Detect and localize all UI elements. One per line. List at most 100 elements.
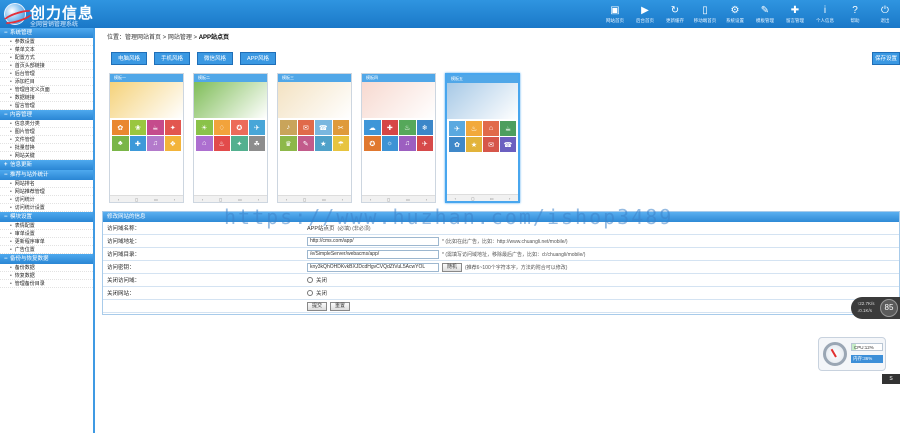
brand-logo[interactable]: 创力信息 全网营销管理系统 bbox=[4, 2, 98, 28]
topnav-item-2[interactable]: ↻ 更新缓存 bbox=[660, 0, 690, 28]
sidebar-item[interactable]: 网站排名 bbox=[0, 180, 93, 188]
sidebar-group-4[interactable]: − 模块设置 bbox=[0, 212, 93, 222]
template-icon-grid: ☁ ✚ ♨ ❄ ✪ ☼ ♫ ✈ bbox=[362, 118, 435, 153]
save-settings-button[interactable]: 保存设置 bbox=[872, 52, 900, 65]
form-label: 访问域名称： bbox=[107, 226, 141, 232]
topnav-label: 系统设置 bbox=[726, 17, 744, 23]
template-tile: ☎ bbox=[500, 137, 516, 152]
sidebar-group-5[interactable]: − 备份与恢复数据 bbox=[0, 254, 93, 264]
sidebar-item[interactable]: 参数设置 bbox=[0, 38, 93, 46]
radio-button[interactable] bbox=[307, 277, 313, 283]
sidebar-item[interactable]: 文件管理 bbox=[0, 136, 93, 144]
sidebar-item[interactable]: 表情配置 bbox=[0, 222, 93, 230]
breadcrumb-current: APP站点页 bbox=[198, 35, 230, 41]
sidebar-group-1[interactable]: − 内容管理 bbox=[0, 110, 93, 120]
sidebar-item[interactable]: 网站关键 bbox=[0, 152, 93, 160]
template-tile-icon: ✪ bbox=[369, 140, 376, 148]
template-footer: ‹ ◻ ▭ › bbox=[194, 195, 267, 202]
template-tile: ♨ bbox=[213, 136, 230, 151]
template-footer: ‹ ◻ ▭ › bbox=[110, 195, 183, 202]
template-tile-icon: ✦ bbox=[169, 124, 176, 132]
template-card-1[interactable]: 模板一 ✿ ❀ ☕ ✦ ♣ ✚ ♫ ❖ ‹ ◻ ▭ › bbox=[109, 73, 184, 203]
system-monitor-widget[interactable]: CPU:12% 内存:36% bbox=[818, 337, 886, 371]
tab-style-2[interactable]: 微信风格 bbox=[197, 52, 234, 65]
footer-nav-icon: ▭ bbox=[238, 197, 242, 202]
form-input[interactable] bbox=[307, 249, 439, 259]
submit-button[interactable]: 提交 bbox=[307, 301, 328, 311]
tab-style-0[interactable]: 电脑风格 bbox=[111, 52, 148, 65]
corner-toggle-button[interactable]: S bbox=[882, 374, 900, 384]
template-tile: ☼ bbox=[381, 136, 398, 151]
sidebar-group-title: 备份与恢复数据 bbox=[10, 256, 49, 262]
topnav-item-4[interactable]: ⚙ 系统设置 bbox=[720, 0, 750, 28]
footer-nav-icon: ‹ bbox=[201, 197, 204, 202]
template-header: 模板四 bbox=[362, 74, 435, 82]
form-input[interactable] bbox=[307, 262, 439, 272]
network-speed-widget[interactable]: ↑22.7K/s ↓0.1K/s 85 bbox=[851, 297, 900, 319]
form-buttons: 提交 重置 bbox=[303, 301, 351, 311]
sidebar-item[interactable]: 菜单文本 bbox=[0, 46, 93, 54]
template-tile-icon: ✈ bbox=[454, 125, 460, 133]
radio-label: 关闭 bbox=[316, 291, 328, 297]
topnav-item-6[interactable]: ✚ 留言管理 bbox=[780, 0, 810, 28]
sidebar-item[interactable]: 恢复数据 bbox=[0, 272, 93, 280]
template-tile-icon: ☂ bbox=[337, 140, 344, 148]
template-tile-icon: ♫ bbox=[404, 140, 410, 147]
footer-nav-icon: ▭ bbox=[322, 197, 326, 202]
topnav-item-5[interactable]: ✎ 模板管理 bbox=[750, 0, 780, 28]
main-content: 位置：管理网站首页 > 网站管理 > APP站点页 电脑风格 手机风格 微信风格 AP… bbox=[97, 28, 900, 433]
tab-style-1[interactable]: 手机风格 bbox=[154, 52, 191, 65]
sidebar-item[interactable]: 管理备份目录 bbox=[0, 280, 93, 288]
reset-button[interactable]: 重置 bbox=[330, 301, 351, 311]
template-card-4[interactable]: 模板四 ☁ ✚ ♨ ❄ ✪ ☼ ♫ ✈ ‹ ◻ ▭ › bbox=[361, 73, 436, 203]
template-icon-grid: ♪ ✉ ☎ ✂ ♛ ✎ ★ ☂ bbox=[278, 118, 351, 153]
template-footer: ‹ ◻ ▭ › bbox=[278, 195, 351, 202]
sidebar-item[interactable]: 管理自定义页面 bbox=[0, 86, 93, 94]
sidebar-item[interactable]: 更新程序审单 bbox=[0, 238, 93, 246]
template-tile-icon: ♨ bbox=[404, 124, 411, 132]
sidebar-group-2[interactable]: + 信息更新 bbox=[0, 160, 93, 170]
template-tile: ✿ bbox=[449, 137, 465, 152]
sidebar-group-0[interactable]: − 系统管理 bbox=[0, 28, 93, 38]
sidebar-item[interactable]: 首页头部链接 bbox=[0, 62, 93, 70]
template-card-5[interactable]: 模板五 ✈ ♨ ⌂ ☕ ✿ ★ ✉ ☎ ‹ ◻ ▭ › bbox=[445, 73, 520, 203]
sidebar-item[interactable]: 添加栏目 bbox=[0, 78, 93, 86]
template-banner-image bbox=[194, 82, 267, 118]
form-row: 访问域目录： * (需填写访问域地址，移除最后广告，比如：d:/chuangli/… bbox=[103, 248, 899, 261]
sidebar-item[interactable]: 后台管理 bbox=[0, 70, 93, 78]
sidebar-item[interactable]: 批量替换 bbox=[0, 144, 93, 152]
topnav-item-8[interactable]: ? 帮助 bbox=[840, 0, 870, 28]
gauge-icon bbox=[823, 342, 847, 366]
template-tile: ☘ bbox=[248, 136, 265, 151]
template-tile: ✪ bbox=[231, 120, 248, 135]
sidebar-item[interactable]: 数据链接 bbox=[0, 94, 93, 102]
sidebar-item[interactable]: 留言管理 bbox=[0, 102, 93, 110]
template-tile-icon: ❀ bbox=[134, 124, 141, 132]
template-tile: ✈ bbox=[449, 121, 465, 136]
topnav-icon: ⚙ bbox=[730, 4, 740, 16]
topnav-item-7[interactable]: i 个人信息 bbox=[810, 0, 840, 28]
sidebar-item[interactable]: 广告位置 bbox=[0, 246, 93, 254]
sidebar-item[interactable]: 网站推荐管理 bbox=[0, 188, 93, 196]
tab-style-3[interactable]: APP风格 bbox=[240, 52, 277, 65]
radio-button[interactable] bbox=[307, 290, 313, 296]
topnav-item-3[interactable]: ▯ 移动端首页 bbox=[690, 0, 720, 28]
sidebar-item[interactable]: 访问统计设置 bbox=[0, 204, 93, 212]
brand-tagline: 全网营销管理系统 bbox=[30, 22, 79, 28]
sidebar-item[interactable]: 配置方式 bbox=[0, 54, 93, 62]
topnav-item-9[interactable]: ⏻ 退出 bbox=[870, 0, 900, 28]
sidebar-item[interactable]: 信息类分类 bbox=[0, 120, 93, 128]
sidebar-group-3[interactable]: − 推荐与站外统计 bbox=[0, 170, 93, 180]
template-card-3[interactable]: 模板三 ♪ ✉ ☎ ✂ ♛ ✎ ★ ☂ ‹ ◻ ▭ › bbox=[277, 73, 352, 203]
random-key-button[interactable]: 随机 bbox=[442, 262, 463, 272]
form-input[interactable] bbox=[307, 236, 439, 246]
template-tile: ♪ bbox=[280, 120, 297, 135]
sidebar-group-title: 模块设置 bbox=[10, 214, 33, 220]
sidebar-item[interactable]: 图片管理 bbox=[0, 128, 93, 136]
sidebar-item[interactable]: 备份数据 bbox=[0, 264, 93, 272]
template-card-2[interactable]: 模板二 ☀ ♢ ✪ ✈ ⌂ ♨ ✦ ☘ ‹ ◻ ▭ › bbox=[193, 73, 268, 203]
sidebar-item[interactable]: 访问统计 bbox=[0, 196, 93, 204]
topnav-item-1[interactable]: ▶ 后台首页 bbox=[630, 0, 660, 28]
sidebar-item[interactable]: 审单设置 bbox=[0, 230, 93, 238]
topnav-item-0[interactable]: ▣ 网站首页 bbox=[600, 0, 630, 28]
